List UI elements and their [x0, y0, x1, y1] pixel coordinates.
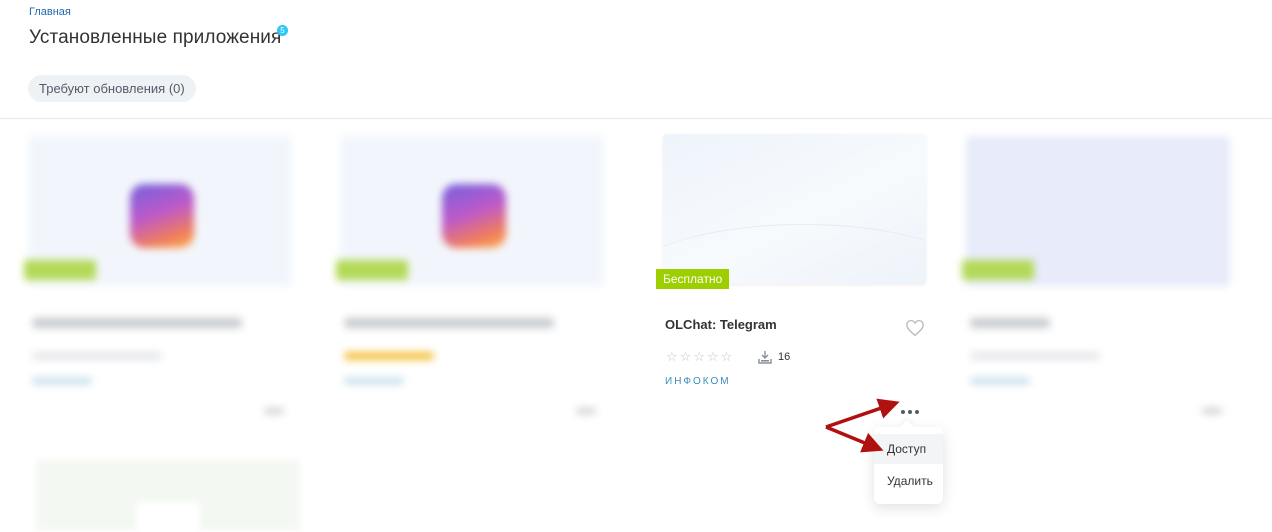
app-name-placeholder — [344, 318, 554, 328]
star-icon: ☆ — [666, 349, 678, 364]
download-icon — [758, 351, 772, 364]
dot — [915, 410, 919, 414]
star-rating: ☆ ☆ ☆ ☆ ☆ — [666, 350, 732, 364]
more-options-button[interactable] — [899, 405, 921, 419]
more-icon — [1202, 408, 1222, 414]
vendor-placeholder — [344, 378, 404, 384]
app-card-blurred — [958, 130, 1238, 482]
breadcrumb[interactable]: Главная — [29, 6, 71, 18]
vendor-link[interactable]: ИНФОКОМ — [665, 376, 731, 387]
rating-placeholder — [970, 352, 1100, 360]
app-card-blurred — [20, 130, 300, 482]
dot — [908, 410, 912, 414]
star-icon: ☆ — [679, 349, 692, 364]
app-name-placeholder — [32, 318, 242, 328]
star-icon: ☆ — [693, 349, 705, 364]
app-card-blurred — [332, 130, 612, 482]
app-card[interactable]: Бесплатно OLChat: Telegram ☆ ☆ ☆ ☆ ☆ 16 … — [645, 130, 943, 450]
app-name-placeholder — [970, 318, 1050, 328]
star-icon: ☆ — [706, 349, 719, 364]
context-menu: Доступ Удалить — [874, 427, 943, 504]
dot — [901, 410, 905, 414]
more-icon — [264, 408, 284, 414]
requires-update-filter-button[interactable]: Требуют обновления (0) — [28, 75, 196, 102]
page-title: Установленные приложения — [29, 27, 282, 48]
price-badge — [962, 260, 1034, 280]
price-badge — [336, 260, 408, 280]
app-thumbnail — [663, 134, 926, 284]
vendor-placeholder — [970, 378, 1030, 384]
price-badge: Бесплатно — [656, 269, 730, 289]
card-button-placeholder — [136, 502, 200, 532]
app-card-blurred — [36, 460, 300, 532]
rating-placeholder — [344, 352, 434, 360]
rating-placeholder — [32, 352, 162, 360]
page-header: Главная Установленные приложения 5 Требу… — [0, 0, 1272, 119]
price-badge — [24, 260, 96, 280]
vendor-placeholder — [32, 378, 92, 384]
app-logo-icon — [442, 184, 506, 248]
app-logo-icon — [130, 184, 194, 248]
count-badge: 5 — [277, 25, 288, 36]
star-icon: ☆ — [720, 349, 733, 364]
menu-item-delete[interactable]: Удалить — [874, 466, 943, 496]
app-grid: Бесплатно OLChat: Telegram ☆ ☆ ☆ ☆ ☆ 16 … — [0, 120, 1272, 532]
heart-icon[interactable] — [905, 319, 925, 337]
more-icon — [576, 408, 596, 414]
install-count: 16 — [778, 351, 791, 363]
app-name[interactable]: OLChat: Telegram — [665, 317, 777, 332]
menu-item-access[interactable]: Доступ — [874, 434, 943, 464]
